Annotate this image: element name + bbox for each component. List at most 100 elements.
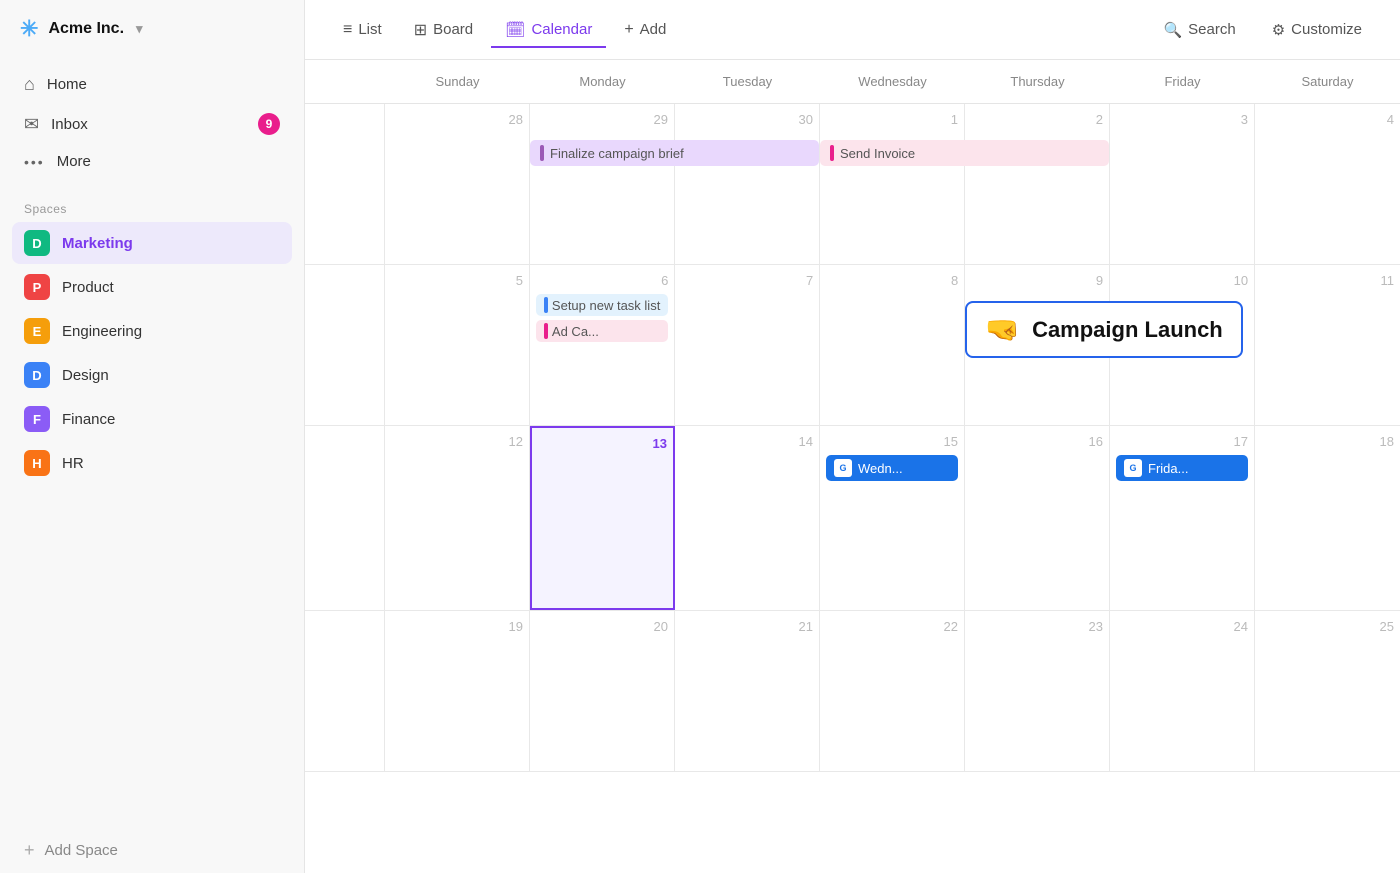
board-tab-icon: ⊞ <box>414 20 427 40</box>
cal-cell-thu-1[interactable]: 2 <box>965 104 1110 264</box>
cal-cell-wed-4[interactable]: 22 <box>820 611 965 771</box>
cal-cell-mon-2[interactable]: 6 Setup new task list Ad Ca... <box>530 265 675 425</box>
event-google-wednesday[interactable]: G Wedn... <box>826 455 958 481</box>
sidebar-item-marketing[interactable]: D Marketing <box>12 222 292 264</box>
design-label: Design <box>62 367 109 384</box>
cal-cell-thu-3[interactable]: 16 <box>965 426 1110 610</box>
event-finalize-campaign[interactable]: Finalize campaign brief <box>530 140 819 166</box>
cal-cell-fri-1[interactable]: 3 <box>1110 104 1255 264</box>
event-ad-campaign[interactable]: Ad Ca... <box>536 320 668 342</box>
tab-calendar[interactable]: 🗓 Calendar <box>491 12 606 48</box>
sidebar-item-home[interactable]: ⌂ Home <box>12 66 292 103</box>
sidebar-item-design[interactable]: D Design <box>12 354 292 396</box>
more-icon: ••• <box>24 154 45 170</box>
cal-cell-wed-2[interactable]: 8 <box>820 265 965 425</box>
event-invoice-label: Send Invoice <box>840 146 915 161</box>
cal-cell-tue-2[interactable]: 7 <box>675 265 820 425</box>
event-dot-setup <box>544 297 548 313</box>
cal-cell-thu-2[interactable]: 9 🤜 Campaign Launch <box>965 265 1110 425</box>
cal-cell-sat-2[interactable]: 11 <box>1255 265 1400 425</box>
cal-date-22: 22 <box>826 619 958 634</box>
cal-cell-sun-1[interactable]: 28 <box>385 104 530 264</box>
event-google-friday[interactable]: G Frida... <box>1116 455 1248 481</box>
sidebar-item-hr[interactable]: H HR <box>12 442 292 484</box>
finance-avatar: F <box>24 406 50 432</box>
engineering-label: Engineering <box>62 323 142 340</box>
sidebar-item-engineering[interactable]: E Engineering <box>12 310 292 352</box>
topbar-right: 🔍 Search ⚙ Customize <box>1149 13 1376 47</box>
cal-cell-sat-3[interactable]: 18 <box>1255 426 1400 610</box>
cal-cell-thu-4[interactable]: 23 <box>965 611 1110 771</box>
calendar-container: Sunday Monday Tuesday Wednesday Thursday… <box>305 60 1400 873</box>
add-tab-icon: + <box>624 21 633 39</box>
cal-cell-tue-3[interactable]: 14 <box>675 426 820 610</box>
cal-date-2: 2 <box>971 112 1103 127</box>
finance-label: Finance <box>62 411 115 428</box>
calendar-header: Sunday Monday Tuesday Wednesday Thursday… <box>305 60 1400 104</box>
customize-button[interactable]: ⚙ Customize <box>1258 13 1376 47</box>
cal-date-19: 19 <box>391 619 523 634</box>
calendar-tab-icon: 🗓 <box>505 20 525 40</box>
cal-date-15: 15 <box>826 434 958 449</box>
marketing-label: Marketing <box>62 235 133 252</box>
cal-date-17: 17 <box>1116 434 1248 449</box>
cal-date-21: 21 <box>681 619 813 634</box>
google-fri-label: Frida... <box>1148 461 1188 476</box>
event-dot-invoice <box>830 145 834 161</box>
cal-cell-sun-2[interactable]: 5 <box>385 265 530 425</box>
event-setup-task[interactable]: Setup new task list <box>536 294 668 316</box>
sidebar-item-product[interactable]: P Product <box>12 266 292 308</box>
cal-cell-tue-1[interactable]: 30 <box>675 104 820 264</box>
logo-icon: ✳ <box>20 16 38 42</box>
tab-add[interactable]: + Add <box>610 13 680 47</box>
cal-week-2: 5 6 Setup new task list Ad Ca... 7 8 <box>305 265 1400 426</box>
cal-header-tuesday: Tuesday <box>675 60 820 103</box>
cal-week-num-1 <box>305 104 385 264</box>
cal-cell-fri-3[interactable]: 17 G Frida... <box>1110 426 1255 610</box>
cal-header-empty <box>305 60 385 103</box>
cal-date-14: 14 <box>681 434 813 449</box>
cal-cell-sat-4[interactable]: 25 <box>1255 611 1400 771</box>
cal-cell-tue-4[interactable]: 21 <box>675 611 820 771</box>
cal-date-16: 16 <box>971 434 1103 449</box>
cal-date-20: 20 <box>536 619 668 634</box>
cal-cell-mon-4[interactable]: 20 <box>530 611 675 771</box>
sidebar-item-inbox[interactable]: ✉ Inbox 9 <box>12 105 292 143</box>
design-avatar: D <box>24 362 50 388</box>
marketing-avatar: D <box>24 230 50 256</box>
cal-cell-fri-4[interactable]: 24 <box>1110 611 1255 771</box>
app-logo[interactable]: ✳ Acme Inc. ▾ <box>0 0 304 58</box>
cal-cell-mon-1[interactable]: 29 Finalize campaign brief <box>530 104 675 264</box>
sidebar-item-more[interactable]: ••• More <box>12 145 292 178</box>
main-content: ≡ List ⊞ Board 🗓 Calendar + Add 🔍 Search… <box>305 0 1400 873</box>
cal-cell-wed-1[interactable]: 1 Send Invoice <box>820 104 965 264</box>
cal-header-thursday: Thursday <box>965 60 1110 103</box>
cal-cell-mon-3-today[interactable]: 13 <box>530 426 675 610</box>
event-send-invoice[interactable]: Send Invoice <box>820 140 1109 166</box>
sidebar: ✳ Acme Inc. ▾ ⌂ Home ✉ Inbox 9 ••• More … <box>0 0 305 873</box>
cal-week-num-4 <box>305 611 385 771</box>
add-space-button[interactable]: + Add Space <box>0 828 304 873</box>
cal-cell-sun-3[interactable]: 12 <box>385 426 530 610</box>
cal-cell-wed-3[interactable]: 15 G Wedn... <box>820 426 965 610</box>
tab-list-label: List <box>358 21 381 38</box>
cal-cell-sat-1[interactable]: 4 <box>1255 104 1400 264</box>
google-wed-label: Wedn... <box>858 461 903 476</box>
cal-date-28: 28 <box>391 112 523 127</box>
cal-date-30: 30 <box>681 112 813 127</box>
sidebar-nav: ⌂ Home ✉ Inbox 9 ••• More <box>0 58 304 186</box>
event-campaign-launch[interactable]: 🤜 Campaign Launch <box>965 301 1243 358</box>
cal-date-23: 23 <box>971 619 1103 634</box>
add-space-label: Add Space <box>45 842 118 859</box>
cal-date-8: 8 <box>826 273 958 288</box>
cal-week-1: 28 29 Finalize campaign brief 30 1 Send … <box>305 104 1400 265</box>
tab-calendar-label: Calendar <box>531 21 592 38</box>
sidebar-item-finance[interactable]: F Finance <box>12 398 292 440</box>
product-avatar: P <box>24 274 50 300</box>
tab-board[interactable]: ⊞ Board <box>400 12 487 48</box>
search-button[interactable]: 🔍 Search <box>1149 13 1249 47</box>
hr-label: HR <box>62 455 84 472</box>
cal-week-3: 12 13 14 15 G Wedn... 16 17 <box>305 426 1400 611</box>
cal-cell-sun-4[interactable]: 19 <box>385 611 530 771</box>
tab-list[interactable]: ≡ List <box>329 13 396 47</box>
